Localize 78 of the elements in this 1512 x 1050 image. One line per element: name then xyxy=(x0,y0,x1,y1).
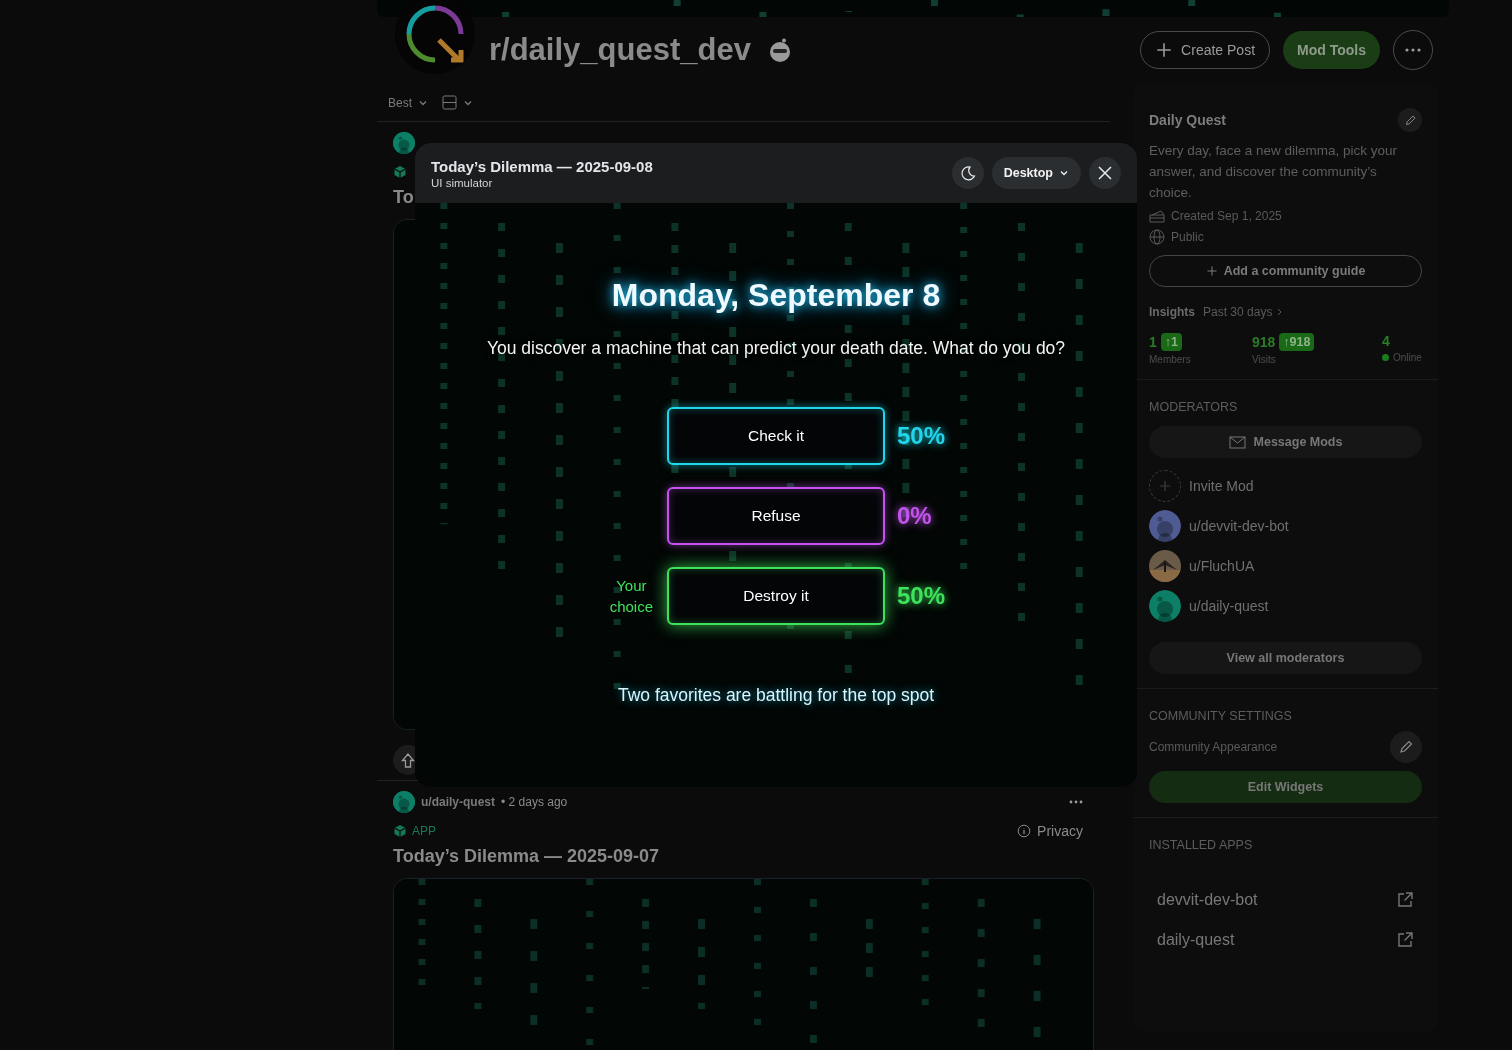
view-dropdown[interactable] xyxy=(442,95,473,110)
post-author[interactable]: u/daily-quest xyxy=(421,795,495,809)
pencil-icon xyxy=(1398,739,1414,755)
upvote-icon xyxy=(401,752,415,768)
installed-app-item[interactable]: daily-quest xyxy=(1149,920,1422,960)
period-link[interactable]: Past 30 days xyxy=(1203,305,1283,319)
globe-icon xyxy=(1149,229,1165,245)
vote-percent: 50% xyxy=(897,422,946,450)
delta-badge: ↑918 xyxy=(1279,333,1315,351)
ellipsis-icon[interactable] xyxy=(1069,800,1083,804)
answer-option-button[interactable]: Destroy it xyxy=(667,567,885,625)
section-heading: MODERATORS xyxy=(1149,400,1239,414)
choice-label: Your choice xyxy=(609,576,653,617)
created-date: Created Sep 1, 2025 xyxy=(1171,209,1282,223)
invite-mod-button[interactable]: Invite Mod xyxy=(1149,470,1254,502)
moderator-item[interactable]: u/FluchUA xyxy=(1149,550,1255,582)
mail-icon xyxy=(1228,435,1246,449)
sort-dropdown[interactable]: Best xyxy=(388,95,428,110)
device-dropdown[interactable]: Desktop xyxy=(991,157,1081,189)
stat-value: 918 xyxy=(1252,334,1276,350)
mod-tools-button[interactable]: Mod Tools xyxy=(1283,30,1380,69)
vote-percent: 50% xyxy=(897,582,946,610)
installed-app-item[interactable]: devvit-dev-bot xyxy=(1149,880,1422,920)
delta-badge: ↑1 xyxy=(1160,333,1182,351)
post-title: Today’s Dilemma — 2025-09-07 xyxy=(393,846,660,866)
section-heading: INSTALLED APPS xyxy=(1149,838,1254,852)
pencil-icon xyxy=(1403,113,1417,127)
stat-label: Online xyxy=(1393,352,1422,363)
online-dot xyxy=(1382,354,1389,361)
plus-icon xyxy=(1205,265,1218,277)
vote-percent: 0% xyxy=(897,502,932,530)
app-cube-icon xyxy=(393,824,407,838)
chevron-icon xyxy=(1277,308,1283,316)
dilemma-question: You discover a machine that can predict your death date. What do you do? xyxy=(486,338,1066,359)
post-title: To xyxy=(393,187,414,207)
avatar-icon xyxy=(393,791,415,813)
message-mods-button[interactable]: Message Mods xyxy=(1149,426,1422,458)
edit-button[interactable] xyxy=(1398,108,1422,132)
edit-appearance-button[interactable] xyxy=(1390,731,1422,763)
info-icon xyxy=(1017,824,1032,838)
layout-icon xyxy=(442,95,457,110)
dialog-subtitle: UI simulator xyxy=(431,176,494,189)
view-all-moderators-button[interactable]: View all moderators xyxy=(1149,642,1422,674)
moderator-item[interactable]: u/daily-quest xyxy=(1149,590,1269,622)
moderator-item[interactable]: u/devvit-dev-bot xyxy=(1149,510,1289,542)
close-icon xyxy=(1098,166,1112,180)
community-name: r/daily_quest_dev xyxy=(489,31,751,68)
app-cube-icon xyxy=(393,165,407,179)
cake-icon xyxy=(1149,209,1165,223)
edit-widgets-button[interactable]: Edit Widgets xyxy=(1149,771,1422,803)
close-button[interactable] xyxy=(1089,157,1121,189)
community-title: Daily Quest xyxy=(1149,112,1227,128)
avatar-icon xyxy=(393,132,415,154)
stat-label: Members xyxy=(1149,354,1191,365)
dialog-title: Today’s Dilemma — 2025-09-08 xyxy=(431,157,653,175)
community-description: Every day, face a new dilemma, pick your answer, and discover the community’s choice. xyxy=(1149,142,1399,202)
plus-icon xyxy=(1155,40,1174,59)
ellipsis-icon xyxy=(1405,47,1421,52)
stat-value: 1 xyxy=(1149,334,1157,350)
moon-icon xyxy=(959,165,976,181)
theme-toggle-button[interactable] xyxy=(951,157,984,189)
external-link-icon xyxy=(1396,931,1414,949)
answer-option-button[interactable]: Check it xyxy=(667,407,885,465)
app-label: APP xyxy=(412,824,436,838)
insights-label: Insights xyxy=(1149,305,1195,319)
section-heading: COMMUNITY SETTINGS xyxy=(1149,709,1293,723)
post-time: • 2 days ago xyxy=(501,795,568,809)
external-link-icon xyxy=(1396,891,1414,909)
answer-option-button[interactable]: Refuse xyxy=(667,487,885,545)
dilemma-footer: Two favorites are battling for the top spot xyxy=(617,685,935,706)
dilemma-date: Monday, September 8 xyxy=(611,277,941,314)
plus-icon xyxy=(1158,479,1172,493)
privacy-link[interactable]: Privacy xyxy=(1017,823,1083,839)
visibility-label: Public xyxy=(1171,230,1204,244)
stat-label: Visits xyxy=(1252,354,1276,365)
appearance-label: Community Appearance xyxy=(1149,740,1278,754)
caret-icon xyxy=(1059,168,1069,178)
stat-value: 4 xyxy=(1382,333,1390,349)
